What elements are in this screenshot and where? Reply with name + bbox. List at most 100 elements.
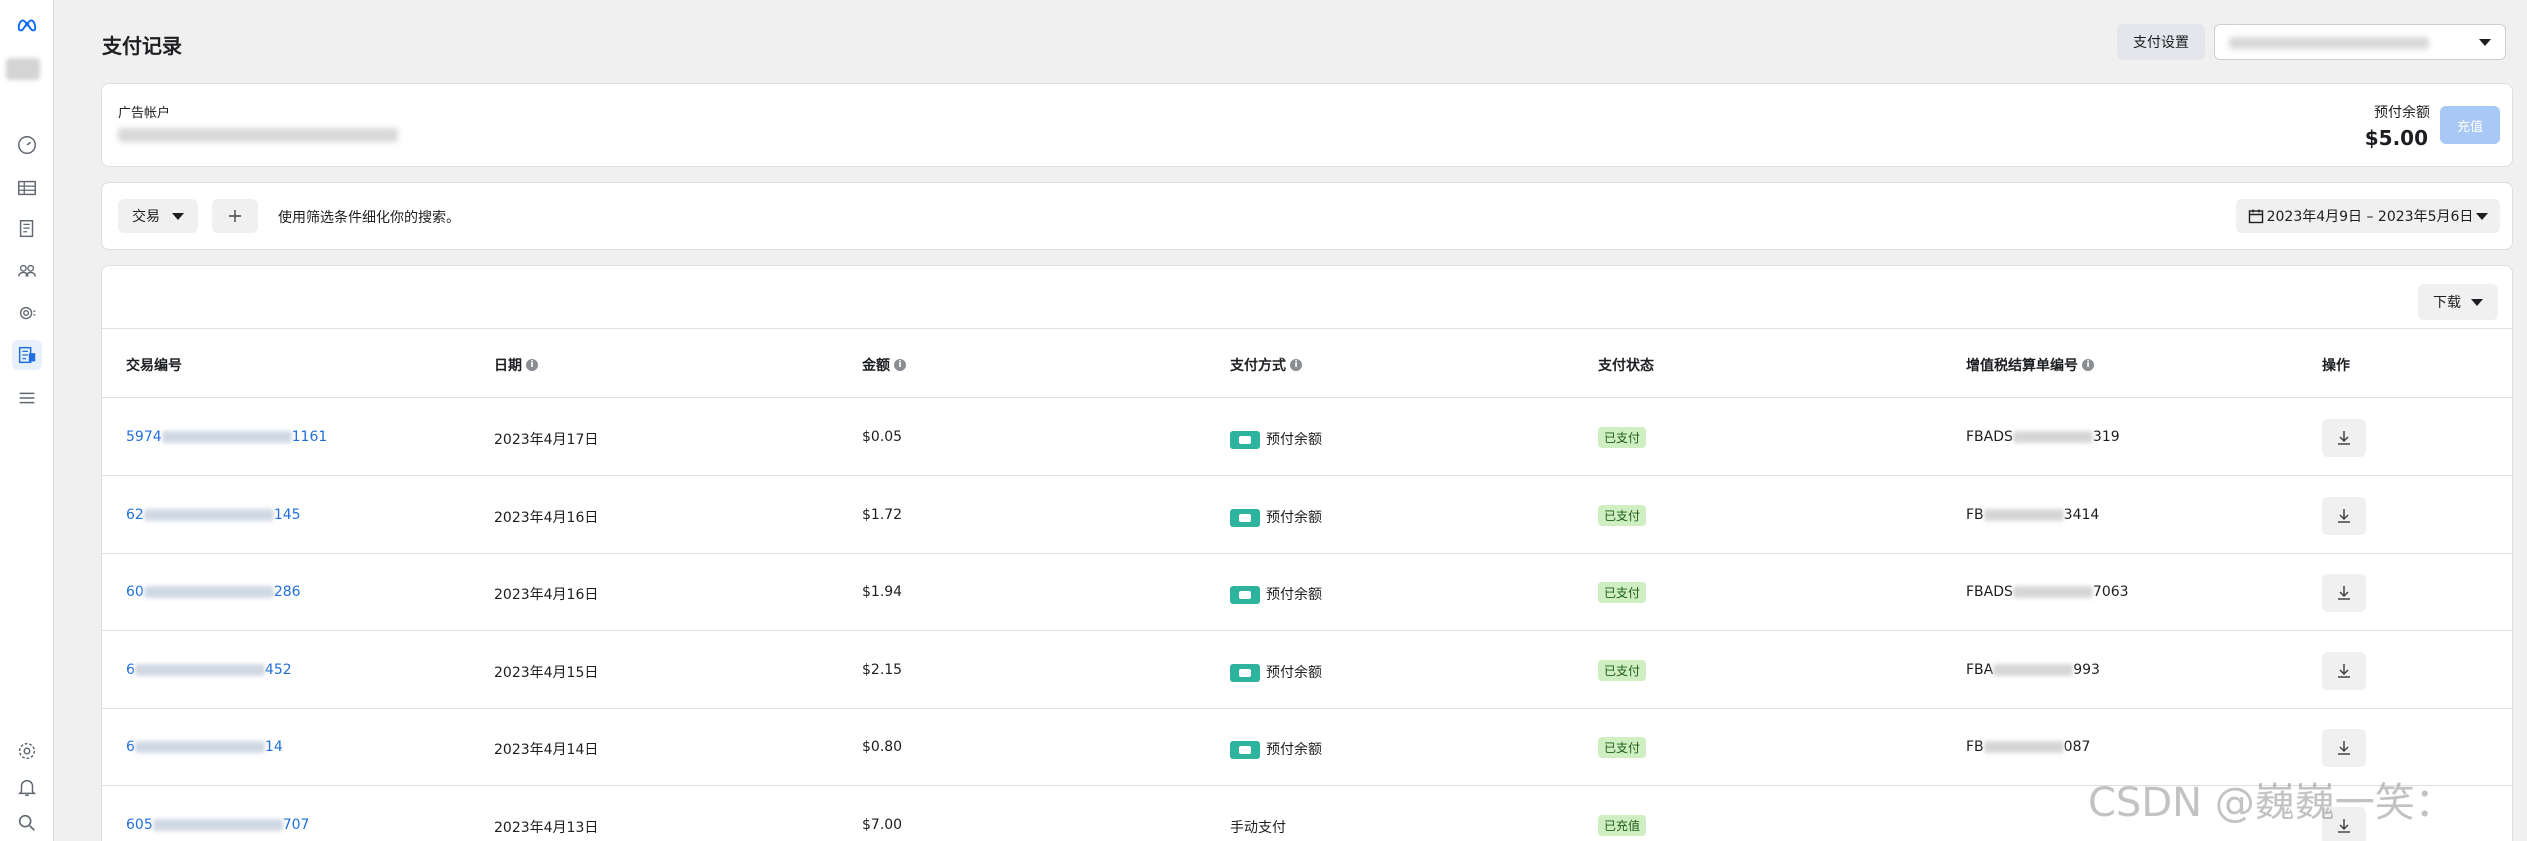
transaction-id-prefix: 62 [126,506,144,523]
filter-hint-text: 使用筛选条件细化你的搜索。 [278,210,460,226]
col-vat-invoice[interactable]: 增值税结算单编号 i [1966,355,2094,375]
meta-logo-icon[interactable] [12,10,42,40]
transaction-id-suffix: 707 [282,816,310,833]
vat-suffix: 3414 [2063,506,2100,523]
payment-method-cell: 预付余额 [1230,584,1322,604]
redacted-text [152,818,283,831]
download-icon [2338,586,2350,600]
col-label: 金额 [862,358,890,374]
date-cell: 2023年4月14日 [494,742,599,758]
transaction-id-prefix: 6 [126,739,135,755]
account-name-redacted [2229,37,2429,49]
filter-bar: 交易 使用筛选条件细化你的搜索。 2023年4月9日 – 2023年5月6日 [101,182,2513,250]
payment-settings-button[interactable]: 支付设置 [2117,24,2205,60]
amount-cell: $1.72 [862,506,903,523]
col-payment-method[interactable]: 支付方式 i [1230,355,1302,375]
vat-invoice-cell: FBADS 319 [1966,429,2120,445]
transaction-id-link[interactable]: 62 145 [126,507,301,523]
info-icon[interactable]: i [2082,359,2094,371]
date-range-label: 2023年4月9日 – 2023年5月6日 [2266,209,2474,225]
col-label: 交易编号 [126,358,182,374]
account-avatar[interactable] [6,58,40,80]
dashboard-icon[interactable] [12,130,42,160]
status-badge: 已充值 [1598,814,1647,836]
col-label: 支付状态 [1598,358,1654,374]
redacted-text [161,431,292,443]
download-button[interactable]: 下载 [2418,284,2498,320]
table-row: 62 145 2023年4月16日 $1.72 预付余额 已支付 FB 3414 [102,477,2512,554]
topup-button[interactable]: 充值 [2440,106,2500,144]
col-date[interactable]: 日期 i [494,355,538,375]
payment-method-label: 预付余额 [1266,587,1322,603]
redacted-text [134,741,265,753]
transaction-id-link[interactable]: 605 707 [126,817,309,833]
col-label: 操作 [2322,358,2350,374]
prepaid-balance-label: 预付余额 [2374,105,2430,121]
pages-icon[interactable] [12,214,42,244]
transaction-id-link[interactable]: 60 286 [126,584,301,600]
download-invoice-button[interactable] [2322,496,2366,535]
table-icon[interactable] [12,173,42,203]
settings-icon[interactable] [12,736,42,766]
transaction-id-suffix: 286 [273,584,301,600]
date-cell: 2023年4月16日 [494,587,599,603]
col-amount[interactable]: 金额 i [862,355,906,375]
amount-cell: $7.00 [862,816,903,833]
col-transaction-id[interactable]: 交易编号 [126,355,182,375]
transaction-filter-button[interactable]: 交易 [118,199,198,233]
info-icon[interactable]: i [894,359,906,371]
transaction-id-link[interactable]: 6 452 [126,662,292,678]
col-payment-status[interactable]: 支付状态 [1598,355,1654,375]
billing-icon[interactable] [12,340,42,370]
transaction-id-prefix: 5974 [126,429,162,445]
watermark: CSDN @巍巍一笑： [2088,780,2455,826]
transaction-id-suffix: 452 [264,661,292,678]
transaction-id-prefix: 6 [126,661,135,678]
settings-gear-icon[interactable] [12,298,42,328]
redacted-text [1983,741,2064,753]
chevron-down-icon [2475,212,2488,220]
download-icon [2338,663,2350,678]
transaction-filter-label: 交易 [132,209,160,225]
menu-icon[interactable] [12,383,42,413]
transaction-id-link[interactable]: 6 14 [126,739,283,755]
wallet-icon [1230,508,1260,527]
account-select[interactable] [2214,24,2506,60]
chevron-down-icon [172,212,184,220]
vat-prefix: FBA [1966,661,1994,678]
transaction-id-prefix: 60 [126,584,144,600]
search-icon[interactable] [12,808,42,838]
date-range-picker[interactable]: 2023年4月9日 – 2023年5月6日 [2236,199,2500,233]
status-badge: 已支付 [1598,504,1647,526]
download-invoice-button[interactable] [2322,574,2366,612]
vat-prefix: FB [1966,506,1984,523]
download-invoice-button[interactable] [2322,651,2366,690]
payment-status-cell: 已支付 [1598,737,1647,758]
notification-bell-icon[interactable] [12,772,42,802]
status-badge: 已支付 [1598,659,1647,681]
calendar-icon [2248,209,2264,224]
wallet-icon [1230,663,1260,682]
col-label: 增值税结算单编号 [1966,358,2078,374]
amount-cell: $0.05 [862,429,903,445]
col-label: 日期 [494,358,522,374]
payment-method-label: 预付余额 [1266,664,1322,681]
transactions-table: 下载 交易编号 日期 i 金额 i 支付方式 i 支付状态 增值税结算单编号 i 操作 … [101,265,2513,841]
redacted-text [2012,586,2093,598]
add-filter-button[interactable] [212,199,258,233]
transaction-id-link[interactable]: 5974 1161 [126,429,327,445]
table-row: 6 452 2023年4月15日 $2.15 预付余额 已支付 FBA 993 [102,632,2512,709]
transaction-id-suffix: 14 [264,739,283,755]
vat-suffix: 087 [2063,739,2091,755]
download-invoice-button[interactable] [2322,729,2366,767]
vat-prefix: FBADS [1966,584,2013,600]
transaction-id-prefix: 605 [126,816,153,833]
info-icon[interactable]: i [526,359,538,371]
vat-invoice-cell: FBADS 7063 [1966,584,2129,600]
vat-suffix: 319 [2092,429,2120,445]
status-badge: 已支付 [1598,427,1647,448]
audience-icon[interactable] [12,256,42,286]
table-row: 60 286 2023年4月16日 $1.94 预付余额 已支付 FBADS 7063 [102,554,2512,631]
download-invoice-button[interactable] [2322,419,2366,457]
info-icon[interactable]: i [1290,359,1302,371]
